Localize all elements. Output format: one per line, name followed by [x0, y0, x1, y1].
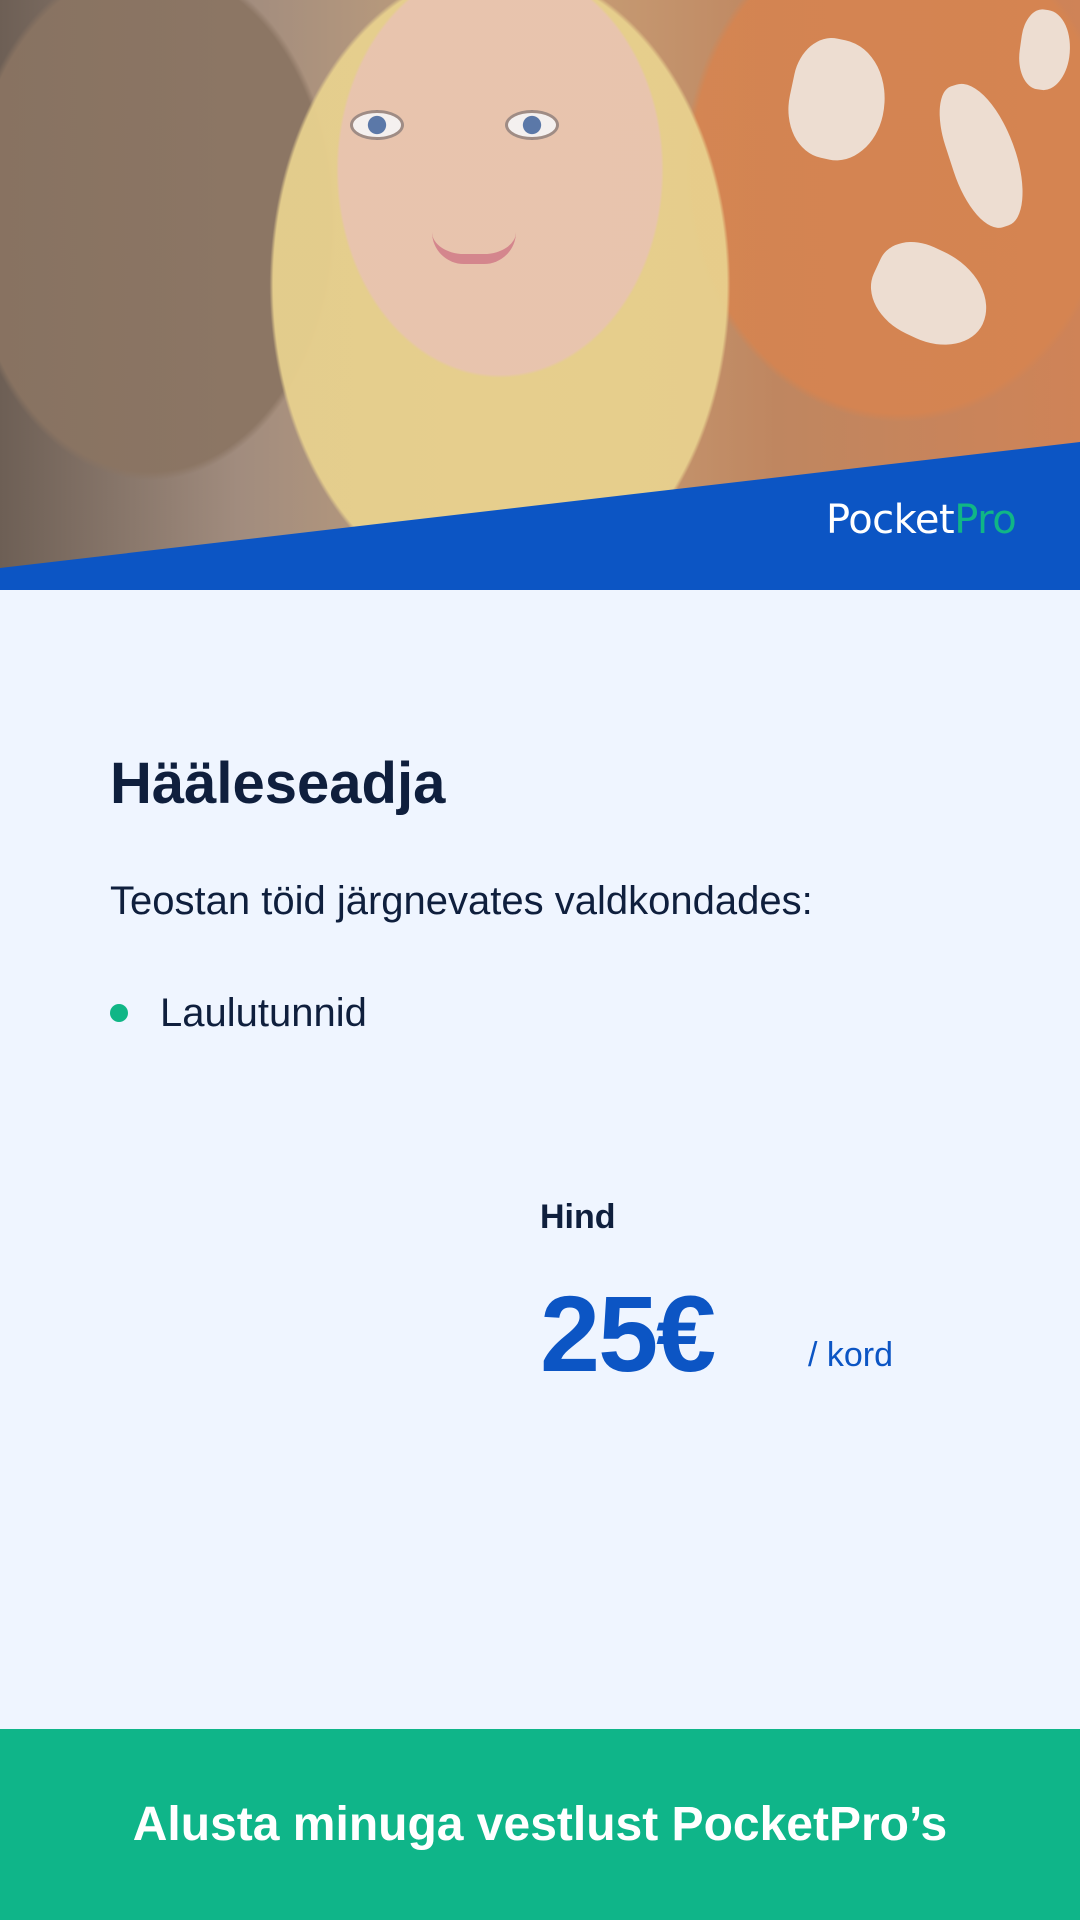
page-title: Hääleseadja — [110, 751, 446, 816]
list-item: Laulutunnid — [110, 991, 970, 1035]
hero-banner: PocketPro — [0, 0, 1080, 590]
price-unit: / kord — [808, 1336, 894, 1374]
logo-primary-text: Pocket — [826, 497, 955, 543]
wall-chip — [928, 73, 1037, 237]
price-value: 25€ — [540, 1273, 716, 1394]
service-label: Laulutunnid — [160, 991, 367, 1035]
left-eye — [350, 110, 404, 140]
wall-chip — [1014, 6, 1076, 94]
right-eye — [505, 110, 559, 140]
mouth — [432, 232, 516, 264]
services-intro: Teostan töid järgnevates valdkondades: — [110, 879, 813, 923]
wall-chip — [856, 228, 1004, 362]
logo-accent-text: Pro — [954, 497, 1017, 543]
services-list: Laulutunnid — [110, 991, 970, 1035]
profile-content: Hääleseadja Teostan töid järgnevates val… — [110, 755, 970, 1035]
wall-chip — [778, 31, 897, 169]
bullet-icon — [110, 1004, 128, 1022]
price-row: 25€ / kord — [540, 1280, 960, 1400]
price-label: Hind — [540, 1198, 616, 1236]
face-illustration — [350, 70, 630, 320]
start-chat-button[interactable]: Alusta minuga vestlust PocketPro’s — [0, 1729, 1080, 1920]
pocketpro-logo: PocketPro — [826, 497, 1017, 543]
